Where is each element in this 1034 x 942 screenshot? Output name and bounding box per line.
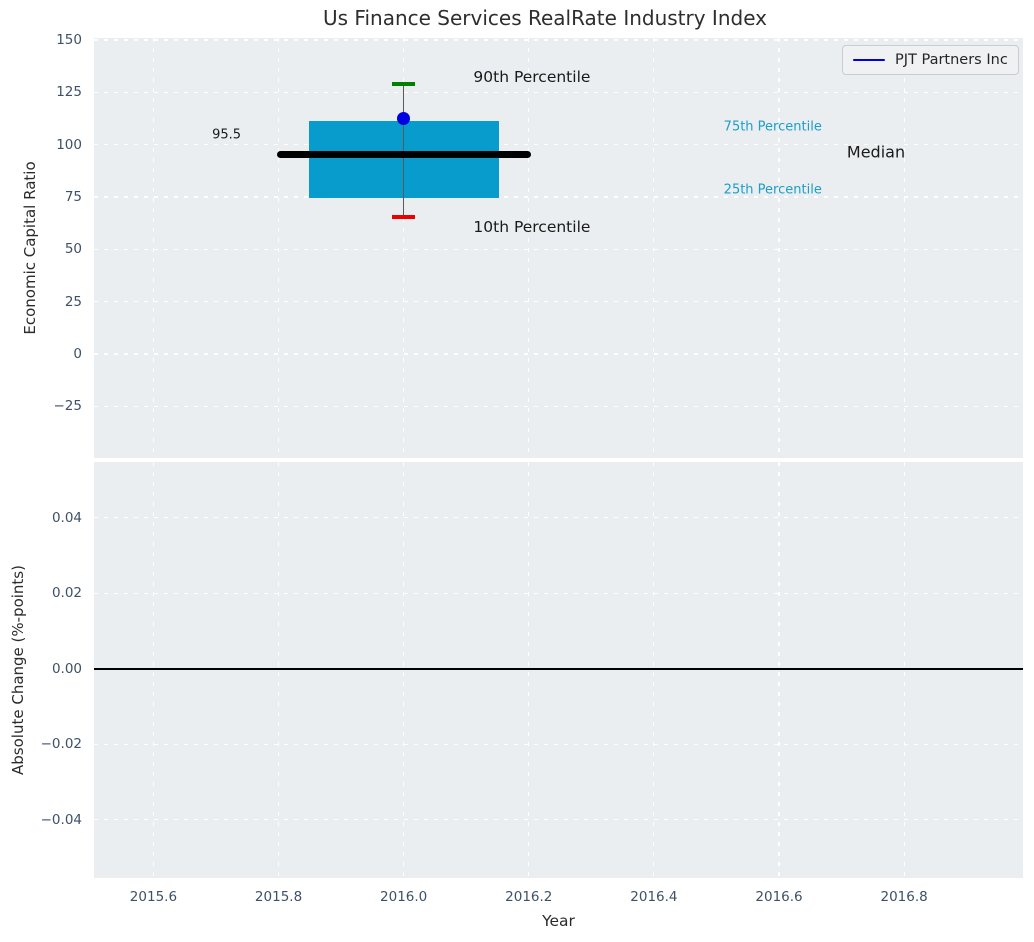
gridline-v — [277, 38, 280, 458]
y-tick-label: 75 — [64, 188, 82, 205]
gridline-h — [94, 819, 1023, 821]
y-tick-label: 0.04 — [51, 509, 82, 526]
gridline-h — [94, 91, 1023, 93]
chart-title: Us Finance Services RealRate Industry In… — [323, 6, 767, 30]
y-tick-label: 125 — [56, 84, 82, 101]
label-10th-percentile: 10th Percentile — [473, 218, 591, 237]
gridline-v — [277, 462, 280, 878]
label-25th-percentile: 25th Percentile — [723, 182, 822, 198]
company-point — [397, 111, 411, 125]
y-tick-label: −25 — [53, 398, 83, 415]
gridline-v — [653, 38, 655, 458]
x-tick-label: 2016.0 — [380, 889, 428, 905]
label-median: Median — [846, 142, 906, 162]
y-tick-label: 100 — [56, 136, 82, 153]
p10-cap — [392, 215, 415, 219]
gridline-v — [528, 38, 530, 458]
y-tick-label: 50 — [64, 241, 82, 258]
gridline-v — [778, 462, 780, 878]
x-tick-label: 2016.4 — [630, 889, 678, 905]
x-axis-label: Year — [542, 912, 575, 930]
x-tick-label: 2016.2 — [505, 889, 553, 905]
x-tick-label: 2015.8 — [254, 889, 303, 905]
gridline-v — [903, 462, 905, 878]
label-95.5: 95.5 — [212, 127, 242, 143]
x-tick-label: 2016.6 — [755, 889, 803, 905]
y-tick-label: 25 — [64, 293, 82, 310]
zero-line — [94, 668, 1023, 670]
legend-label: PJT Partners Inc — [895, 52, 1008, 68]
y-tick-label: −0.02 — [40, 736, 82, 753]
gridline-v — [778, 38, 780, 458]
y-tick-label: −0.04 — [40, 811, 82, 828]
y-tick-label: 0.02 — [51, 585, 82, 602]
gridline-h — [94, 39, 1023, 41]
y-tick-label: 0 — [73, 345, 82, 362]
bottom-plot-area — [94, 462, 1023, 878]
gridline-v — [653, 462, 655, 878]
gridline-v — [152, 38, 155, 458]
gridline-h — [94, 517, 1023, 519]
gridline-v — [403, 462, 405, 878]
gridline-h — [94, 743, 1023, 745]
p90-cap — [392, 82, 415, 86]
gridline-h — [94, 248, 1023, 250]
gridline-v — [528, 462, 530, 878]
gridline-h — [94, 592, 1023, 594]
y-tick-label: 0.00 — [51, 660, 82, 677]
gridline-h — [94, 301, 1023, 303]
gridline-v — [903, 38, 905, 458]
gridline-h — [94, 353, 1023, 355]
legend-line-swatch — [853, 58, 885, 62]
label-75th-percentile: 75th Percentile — [723, 119, 822, 135]
figure: Us Finance Services RealRate Industry In… — [0, 0, 1034, 942]
top-plot-area: 90th Percentile 10th Percentile 95.5 75th P… — [94, 38, 1023, 458]
gridline-v — [152, 462, 155, 878]
median-line — [276, 150, 531, 158]
x-tick-label: 2015.6 — [129, 889, 178, 905]
legend: PJT Partners Inc — [842, 45, 1019, 75]
x-tick-label: 2016.8 — [880, 889, 928, 905]
label-90th-percentile: 90th Percentile — [473, 67, 591, 86]
gridline-h — [94, 196, 1023, 198]
y-tick-label: 150 — [56, 31, 82, 48]
gridline-h — [94, 405, 1023, 407]
